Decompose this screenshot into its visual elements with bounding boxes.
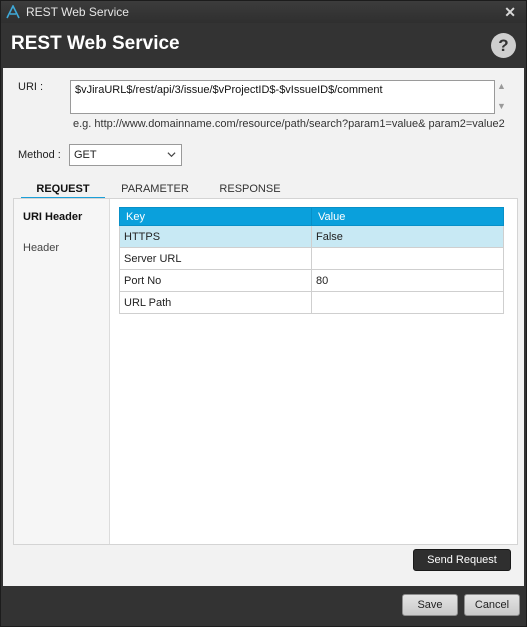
dialog-content: URI : $vJiraURL$/rest/api/3/issue/$vProj… xyxy=(3,68,524,586)
cell-value[interactable] xyxy=(311,247,504,270)
cell-key[interactable]: Server URL xyxy=(119,247,312,270)
method-label: Method : xyxy=(18,149,61,161)
request-panel: URI Header Header Key Value HTTPS False … xyxy=(13,198,518,545)
request-side-nav: URI Header Header xyxy=(14,199,109,544)
cell-value[interactable]: False xyxy=(311,225,504,248)
cell-value[interactable]: 80 xyxy=(311,269,504,292)
window-title: REST Web Service xyxy=(26,5,129,19)
chevron-down-icon xyxy=(167,152,176,158)
uri-input[interactable]: $vJiraURL$/rest/api/3/issue/$vProjectID$… xyxy=(70,80,495,114)
cancel-button[interactable]: Cancel xyxy=(464,594,520,616)
column-header-key[interactable]: Key xyxy=(119,207,312,226)
method-select[interactable]: GET xyxy=(69,144,182,166)
scroll-up-icon[interactable]: ▲ xyxy=(497,81,506,91)
save-button[interactable]: Save xyxy=(402,594,458,616)
app-logo-icon xyxy=(6,5,20,19)
tab-response[interactable]: RESPONSE xyxy=(213,180,287,200)
column-header-value[interactable]: Value xyxy=(311,207,504,226)
uri-example-hint: e.g. http://www.domainname.com/resource/… xyxy=(73,118,505,130)
dialog-title: REST Web Service xyxy=(11,33,180,54)
method-selected-value: GET xyxy=(74,149,97,161)
cell-key[interactable]: URL Path xyxy=(119,291,312,314)
dialog-footer: Save Cancel xyxy=(1,588,526,626)
cell-value[interactable] xyxy=(311,291,504,314)
tab-parameter[interactable]: PARAMETER xyxy=(115,180,195,200)
rest-web-service-window: REST Web Service ✕ REST Web Service ? UR… xyxy=(0,0,527,627)
table-row[interactable]: URL Path xyxy=(119,291,504,314)
uri-label: URI : xyxy=(18,81,44,93)
close-icon[interactable]: ✕ xyxy=(504,4,516,21)
nav-item-uri-header[interactable]: URI Header xyxy=(23,211,82,223)
uri-header-grid-area: Key Value HTTPS False Server URL Port No… xyxy=(109,199,517,544)
cell-key[interactable]: Port No xyxy=(119,269,312,292)
uri-header-table: Key Value HTTPS False Server URL Port No… xyxy=(119,207,504,314)
table-row[interactable]: Port No 80 xyxy=(119,269,504,292)
nav-item-header[interactable]: Header xyxy=(23,242,59,254)
table-row[interactable]: HTTPS False xyxy=(119,225,504,248)
table-header-row: Key Value xyxy=(119,207,504,226)
dialog-header: REST Web Service ? xyxy=(1,23,526,68)
send-request-button[interactable]: Send Request xyxy=(413,549,511,571)
scroll-down-icon[interactable]: ▼ xyxy=(497,101,506,111)
cell-key[interactable]: HTTPS xyxy=(119,225,312,248)
table-row[interactable]: Server URL xyxy=(119,247,504,270)
title-bar: REST Web Service ✕ xyxy=(1,1,526,23)
uri-scrollbar[interactable]: ▲ ▼ xyxy=(496,80,508,114)
help-icon[interactable]: ? xyxy=(491,33,516,58)
tab-request[interactable]: REQUEST xyxy=(21,180,105,200)
